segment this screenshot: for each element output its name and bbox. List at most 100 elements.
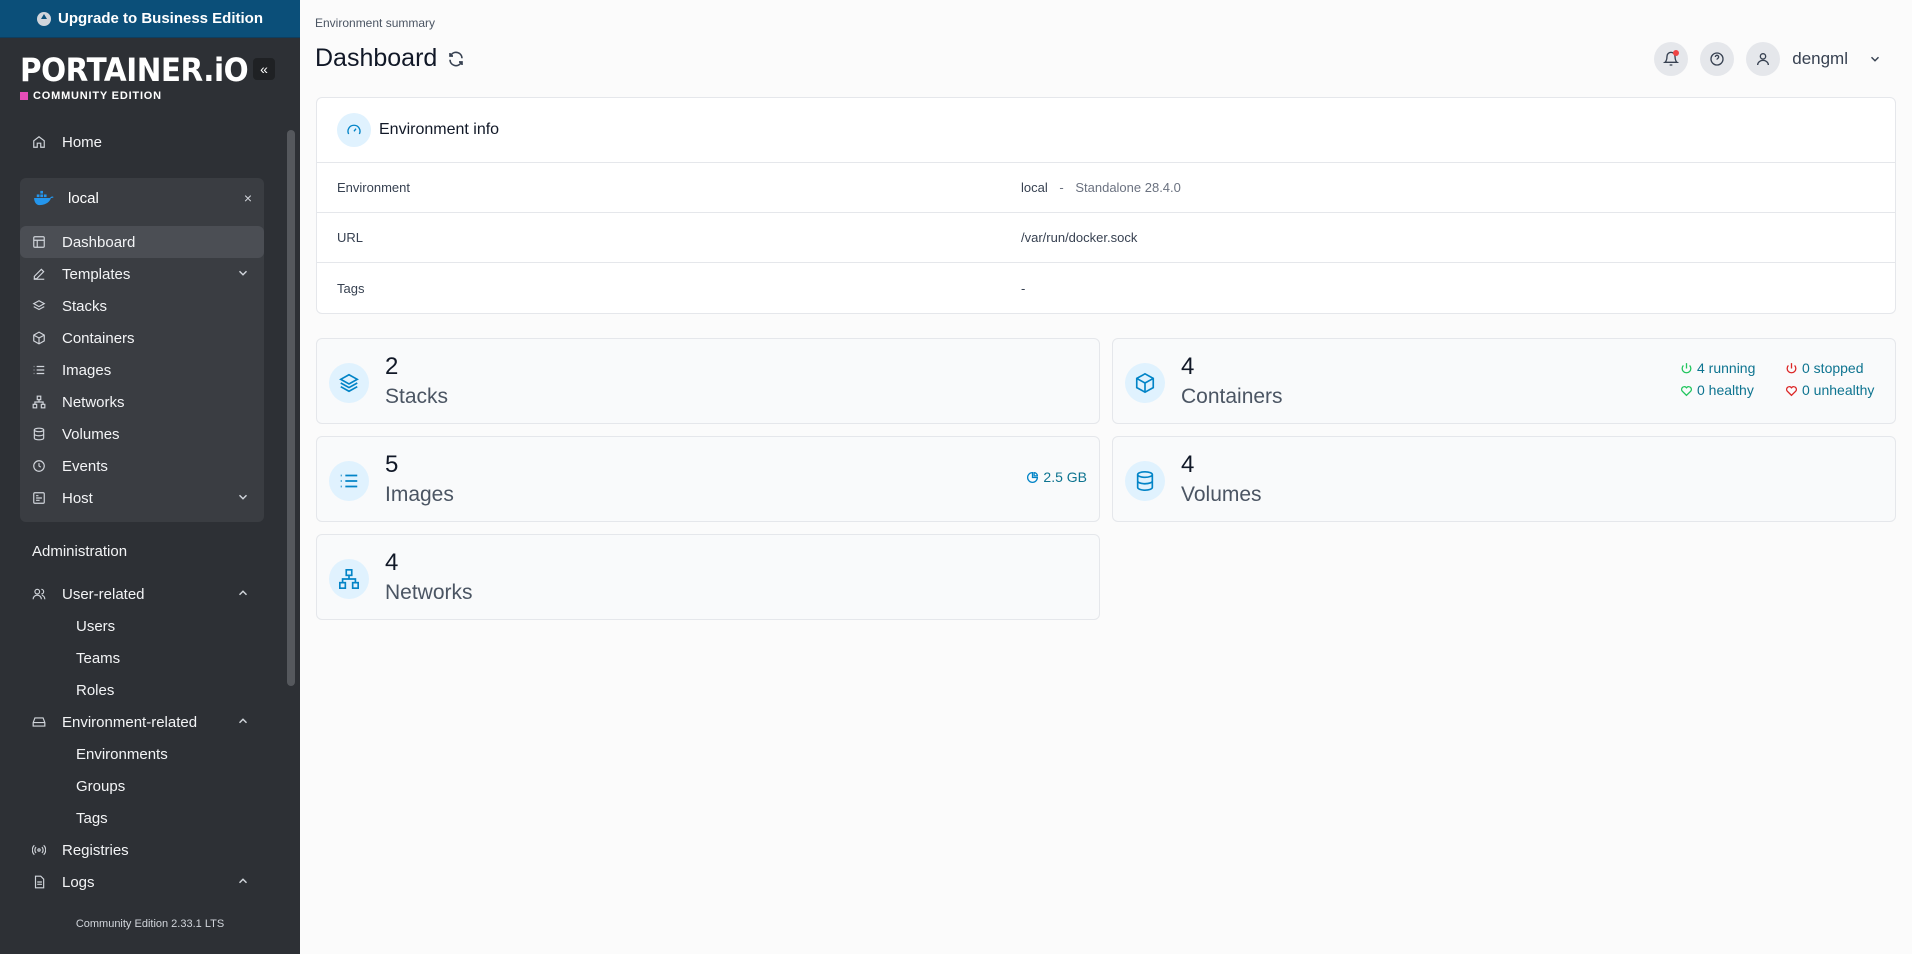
env-row-environment: Environment local - Standalone 28.4.0 <box>317 163 1895 213</box>
environment-nav: Dashboard Templates Stacks Containers Im… <box>20 226 264 514</box>
sidebar-item-home[interactable]: Home <box>20 126 264 158</box>
env-name: local <box>1021 180 1048 195</box>
sidebar-item-registries[interactable]: Registries <box>20 834 264 866</box>
containers-card[interactable]: 4 Containers 4 running 0 stopped 0 healt… <box>1112 338 1896 424</box>
dashboard-icon <box>32 235 46 249</box>
env-type: Standalone 28.4.0 <box>1075 180 1181 195</box>
images-count: 5 <box>385 451 399 478</box>
edit-icon <box>32 267 46 281</box>
environment-info-header: Environment info <box>317 98 1895 163</box>
stacks-card[interactable]: 2 Stacks <box>316 338 1100 424</box>
version-footer: Community Edition 2.33.1 LTS <box>75 918 225 930</box>
sidebar-item-teams[interactable]: Teams <box>76 642 120 674</box>
healthy-stat: 0 healthy <box>1680 382 1754 398</box>
volumes-card[interactable]: 4 Volumes <box>1112 436 1896 522</box>
database-icon <box>32 427 46 441</box>
chevron-down-icon <box>238 494 248 500</box>
refresh-icon[interactable] <box>447 50 465 68</box>
sidebar-item-logs[interactable]: Logs <box>20 866 264 898</box>
sidebar-item-user-related[interactable]: User-related <box>20 578 264 610</box>
home-icon <box>32 135 46 149</box>
heart-icon <box>1681 385 1692 396</box>
heart-icon <box>1786 385 1797 396</box>
sidebar-item-images[interactable]: Images <box>20 354 264 386</box>
sidebar-item-groups[interactable]: Groups <box>76 770 125 802</box>
radio-icon <box>32 843 46 857</box>
networks-card[interactable]: 4 Networks <box>316 534 1100 620</box>
box-icon <box>1125 363 1165 403</box>
notifications-button[interactable] <box>1654 42 1689 76</box>
help-button[interactable] <box>1700 42 1735 76</box>
sidebar-item-dashboard[interactable]: Dashboard <box>20 226 264 258</box>
environment-name: local <box>68 189 99 207</box>
sidebar-item-networks[interactable]: Networks <box>20 386 264 418</box>
stacks-count: 2 <box>385 353 399 380</box>
host-icon <box>32 491 46 505</box>
clock-icon <box>32 459 46 473</box>
sidebar-item-host[interactable]: Host <box>20 482 264 514</box>
user-icon <box>1757 53 1770 66</box>
volumes-count: 4 <box>1181 451 1195 478</box>
sidebar-item-containers[interactable]: Containers <box>20 322 264 354</box>
misc-nav: Registries Logs <box>20 834 264 898</box>
username[interactable]: dengml <box>1792 49 1848 69</box>
networks-count: 4 <box>385 549 399 576</box>
sidebar-scrollbar[interactable] <box>287 130 295 686</box>
networks-label: Networks <box>385 581 473 604</box>
brand-logo[interactable]: PORTAINER.iO COMMUNITY EDITION <box>20 52 268 102</box>
env-row-url: URL /var/run/docker.sock <box>317 213 1895 263</box>
logo-text: PORTAINER.iO <box>20 51 249 89</box>
file-text-icon <box>32 875 46 889</box>
nav-home-wrap: Home <box>20 126 264 158</box>
list-icon <box>32 363 46 377</box>
environment-info-card: Environment info Environment local - Sta… <box>316 97 1896 314</box>
env-row-tags: Tags - <box>337 280 1026 296</box>
sidebar-item-volumes[interactable]: Volumes <box>20 418 264 450</box>
volumes-label: Volumes <box>1181 483 1262 506</box>
users-icon <box>32 587 46 601</box>
close-icon[interactable]: × <box>244 190 252 206</box>
upgrade-banner[interactable]: Upgrade to Business Edition <box>0 0 300 38</box>
containers-count: 4 <box>1181 353 1195 380</box>
images-label: Images <box>385 483 454 506</box>
administration-heading: Administration <box>32 543 128 560</box>
box-icon <box>32 331 46 345</box>
sidebar-item-stacks[interactable]: Stacks <box>20 290 264 322</box>
pie-chart-icon <box>1027 471 1039 483</box>
database-icon <box>1125 461 1165 501</box>
chevron-down-icon[interactable] <box>1868 52 1882 66</box>
breadcrumb[interactable]: Environment summary <box>315 16 435 30</box>
sidebar-item-users[interactable]: Users <box>76 610 115 642</box>
header-actions: dengml <box>1654 42 1882 76</box>
hard-drive-icon <box>32 715 46 729</box>
layers-icon <box>329 363 369 403</box>
edition-square-icon <box>20 92 28 100</box>
main-content: Environment summary Dashboard dengml Env… <box>300 0 1912 954</box>
upgrade-icon <box>36 11 51 26</box>
sidebar-item-events[interactable]: Events <box>20 450 264 482</box>
sidebar-item-environments[interactable]: Environments <box>76 738 168 770</box>
power-icon <box>1681 362 1692 373</box>
edition-label: COMMUNITY EDITION <box>20 90 268 102</box>
containers-label: Containers <box>1181 385 1283 408</box>
environment-header[interactable]: local × <box>20 178 264 218</box>
docker-icon <box>32 190 54 206</box>
running-stat: 4 running <box>1680 360 1755 376</box>
collapse-sidebar-button[interactable]: « <box>253 58 275 80</box>
network-icon <box>329 559 369 599</box>
chevron-up-icon <box>238 718 248 724</box>
chevron-up-icon <box>238 590 248 596</box>
sidebar-item-templates[interactable]: Templates <box>20 258 264 290</box>
images-card[interactable]: 5 Images 2.5 GB <box>316 436 1100 522</box>
sidebar-item-environment-related[interactable]: Environment-related <box>20 706 264 738</box>
images-size: 2.5 GB <box>1026 469 1087 485</box>
stopped-stat: 0 stopped <box>1785 360 1864 376</box>
unhealthy-stat: 0 unhealthy <box>1785 382 1874 398</box>
power-icon <box>1786 362 1797 373</box>
user-avatar[interactable] <box>1746 42 1781 76</box>
sidebar-item-roles[interactable]: Roles <box>76 674 114 706</box>
chevron-up-icon <box>238 878 248 884</box>
sidebar-item-tags[interactable]: Tags <box>76 802 108 834</box>
list-icon <box>329 461 369 501</box>
stacks-label: Stacks <box>385 385 449 408</box>
